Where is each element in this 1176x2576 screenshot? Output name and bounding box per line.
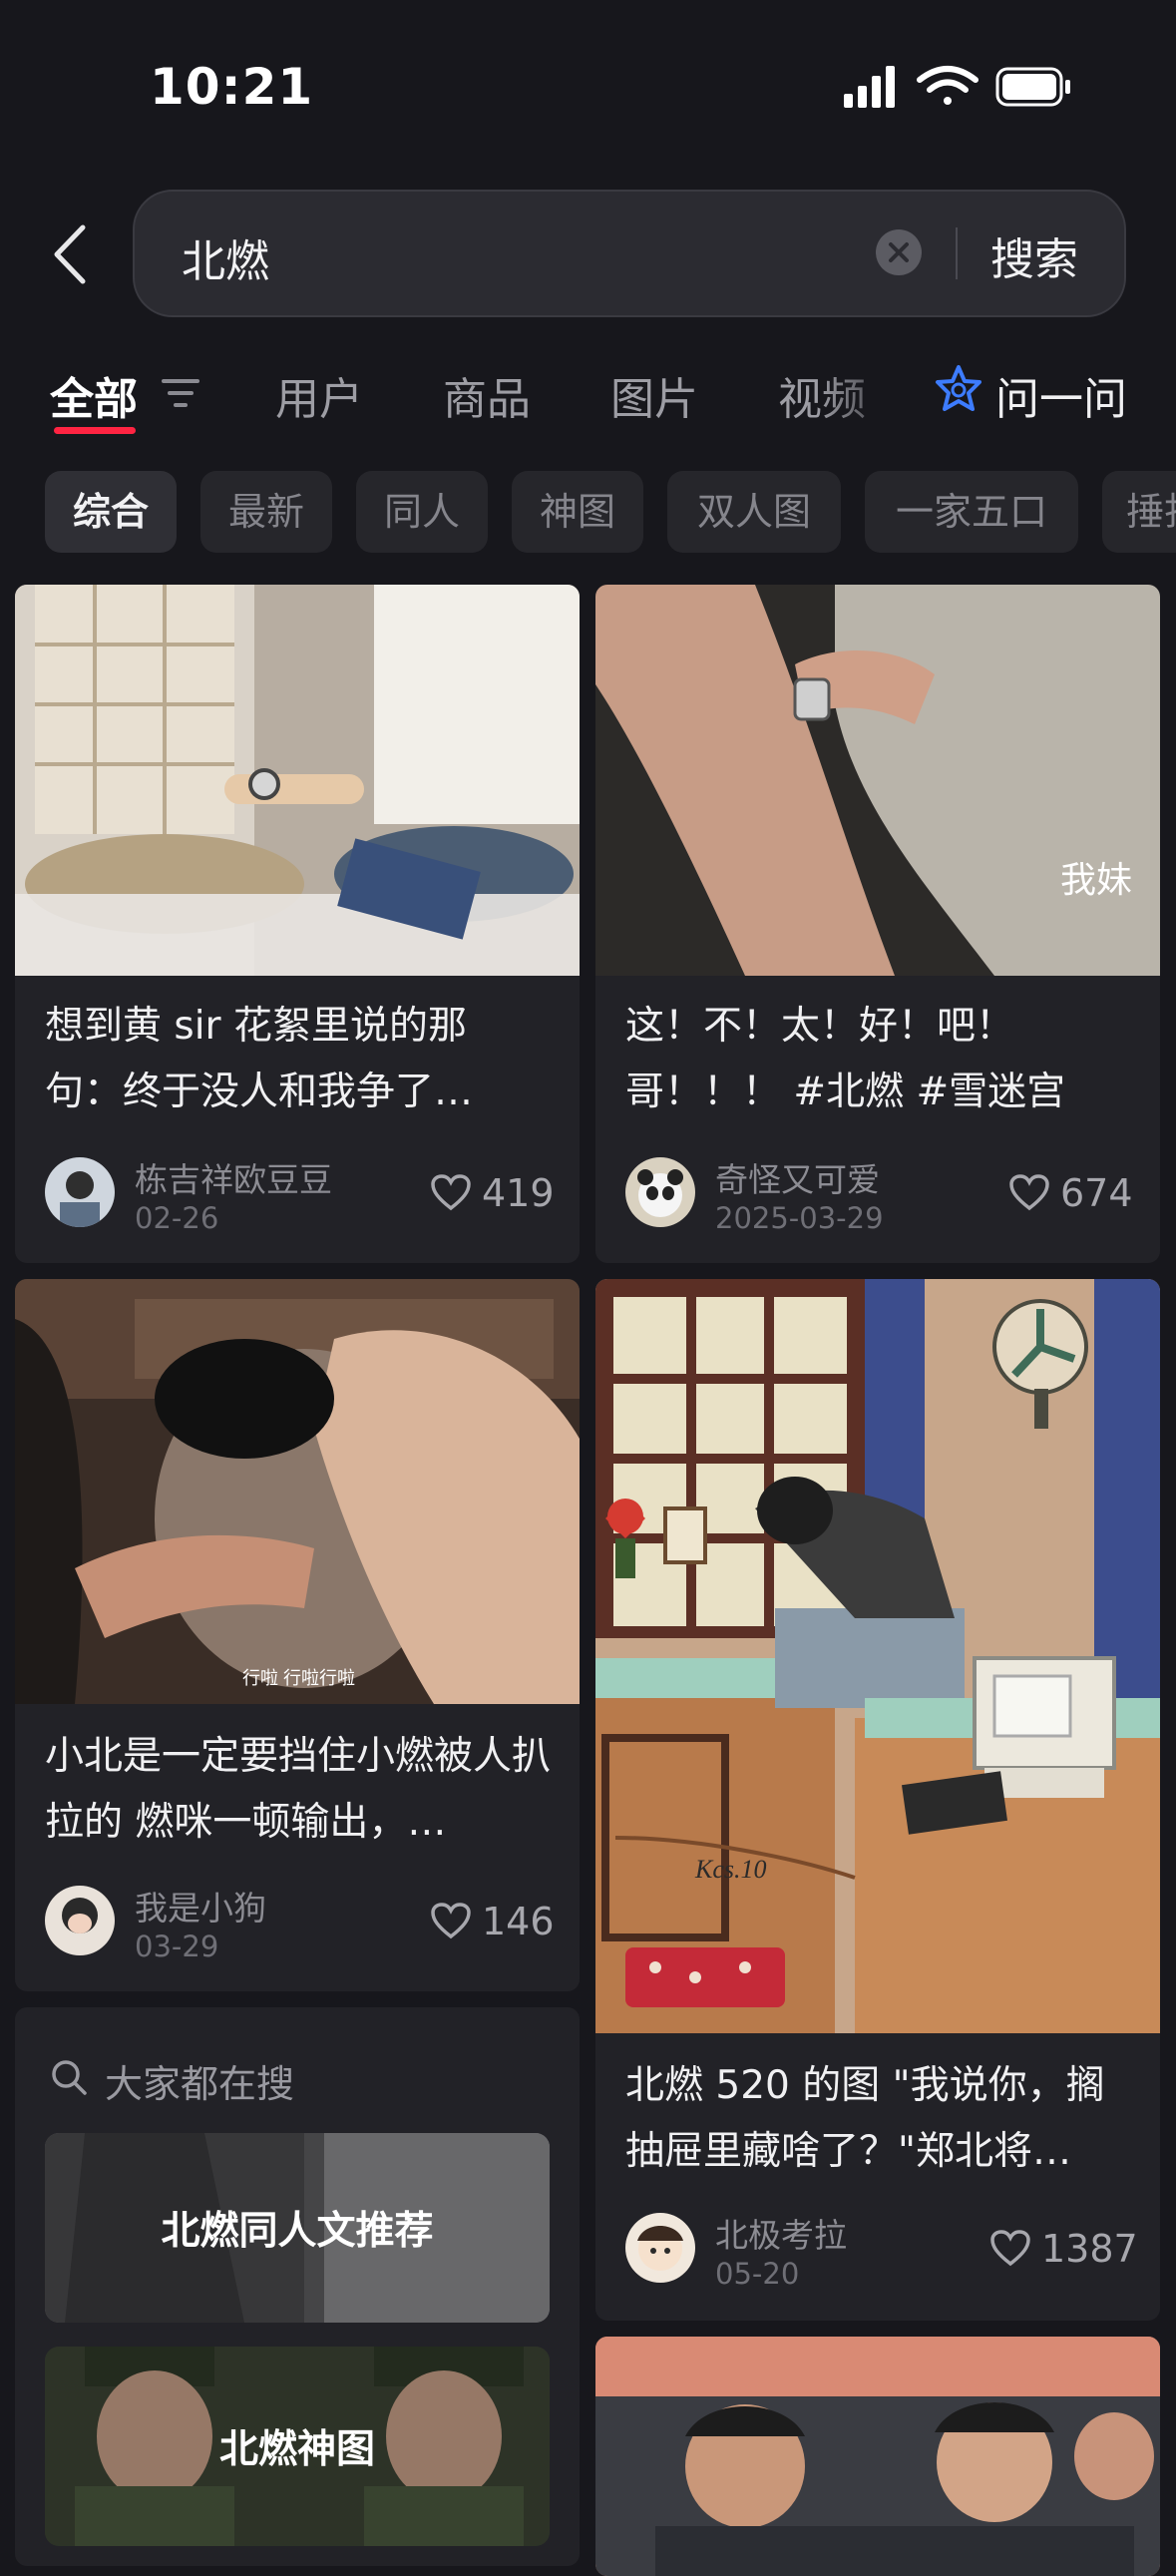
like-count: 146	[482, 1900, 555, 1943]
post-author[interactable]: 我是小狗	[135, 1882, 266, 1930]
post-author[interactable]: 栋吉祥欧豆豆	[135, 1153, 332, 1201]
sparkle-star-icon[interactable]	[934, 363, 983, 417]
tab-products[interactable]: 商品	[443, 363, 531, 427]
filter-icon[interactable]	[160, 375, 201, 411]
post-card[interactable]: Kcs.10 北燃 520 的图 "我说你，搁抽屉里藏啥了？"郑北将… 北极考拉…	[595, 1279, 1160, 2321]
status-icons	[844, 66, 1070, 108]
avatar[interactable]	[625, 1157, 695, 1227]
status-time: 10:21	[150, 58, 314, 116]
post-date: 2025-03-29	[715, 1201, 884, 1235]
like-count: 419	[482, 1171, 555, 1215]
avatar[interactable]	[45, 1157, 115, 1227]
image-caption: Kcs.10	[694, 1855, 767, 1884]
post-card[interactable]: 行啦 行啦行啦 小北是一定要挡住小燃被人扒拉的 燃咪一顿输出，… 我是小狗 03…	[15, 1279, 580, 1991]
chip-more[interactable]: 捶打	[1102, 471, 1176, 553]
post-title: 北燃 520 的图 "我说你，搁抽屉里藏啥了？"郑北将…	[625, 2063, 1105, 2174]
heart-icon[interactable]	[1008, 1173, 1050, 1211]
image-caption: 行啦 行啦行啦	[242, 1668, 355, 1688]
post-card[interactable]: 想到黄 sir 花絮里说的那句：终于没人和我争了… 栋吉祥欧豆豆 02-26 4…	[15, 585, 580, 1263]
chip-duo-images[interactable]: 双人图	[667, 471, 841, 553]
tab-ask[interactable]: 问一问	[995, 363, 1127, 427]
tab-users[interactable]: 用户	[275, 363, 363, 427]
post-title: 小北是一定要挡住小燃被人扒拉的 燃咪一顿输出，…	[45, 1734, 552, 1845]
chip-fanwork[interactable]: 同人	[356, 471, 488, 553]
clear-search-button[interactable]	[876, 229, 922, 275]
avatar[interactable]	[45, 1886, 115, 1955]
wifi-icon	[917, 66, 979, 105]
chip-overall[interactable]: 综合	[45, 471, 177, 553]
post-card[interactable]	[595, 2337, 1160, 2576]
heart-icon[interactable]	[989, 2229, 1031, 2267]
post-image: 行啦 行啦行啦	[15, 1279, 580, 1704]
tab-fade	[818, 349, 928, 429]
suggestion-label: 北燃同人文推荐	[161, 2209, 434, 2254]
post-image	[15, 585, 580, 976]
chip-family-of-five[interactable]: 一家五口	[865, 471, 1078, 553]
post-date: 02-26	[135, 1201, 219, 1235]
suggestions-label: 大家都在搜	[105, 2062, 295, 2106]
post-image	[595, 2337, 1160, 2576]
post-title: 这！不！太！好！吧！哥！！！ #北燃 #雪迷宫	[625, 1004, 1066, 1114]
active-tab-indicator	[54, 427, 136, 434]
post-title: 想到黄 sir 花絮里说的那句：终于没人和我争了…	[45, 1004, 474, 1114]
post-date: 03-29	[135, 1930, 219, 1963]
heart-icon[interactable]	[430, 1173, 472, 1211]
battery-icon	[995, 67, 1070, 107]
tab-all[interactable]: 全部	[50, 363, 138, 427]
chip-top-images[interactable]: 神图	[512, 471, 643, 553]
chip-latest[interactable]: 最新	[200, 471, 332, 553]
suggestion-label: 北燃神图	[218, 2427, 375, 2472]
like-count: 674	[1060, 1171, 1133, 1215]
suggestion-item[interactable]: 北燃神图	[45, 2347, 550, 2546]
back-arrow-icon[interactable]	[45, 219, 95, 289]
post-image: 我妹	[595, 585, 1160, 976]
post-image: Kcs.10	[595, 1279, 1160, 2033]
close-icon	[889, 242, 909, 262]
post-author[interactable]: 北极考拉	[715, 2209, 847, 2257]
signal-icon	[844, 66, 895, 108]
avatar[interactable]	[625, 2213, 695, 2283]
search-button[interactable]: 搜索	[990, 223, 1078, 287]
search-icon	[52, 2060, 87, 2095]
search-input[interactable]: 北燃	[182, 225, 269, 289]
suggestions-card: 大家都在搜 北燃同人文推荐 北燃神图	[15, 2007, 580, 2566]
heart-icon[interactable]	[430, 1902, 472, 1939]
post-author[interactable]: 奇怪又可爱	[715, 1153, 880, 1201]
search-box[interactable]	[133, 190, 1126, 317]
like-count: 1387	[1041, 2227, 1138, 2271]
post-card[interactable]: 我妹 这！不！太！好！吧！哥！！！ #北燃 #雪迷宫 奇怪又可爱 2025-03…	[595, 585, 1160, 1263]
tab-images[interactable]: 图片	[610, 363, 698, 427]
search-divider	[956, 227, 958, 279]
image-caption: 我妹	[1060, 859, 1132, 900]
suggestion-item[interactable]: 北燃同人文推荐	[45, 2133, 550, 2323]
post-date: 05-20	[715, 2257, 800, 2291]
